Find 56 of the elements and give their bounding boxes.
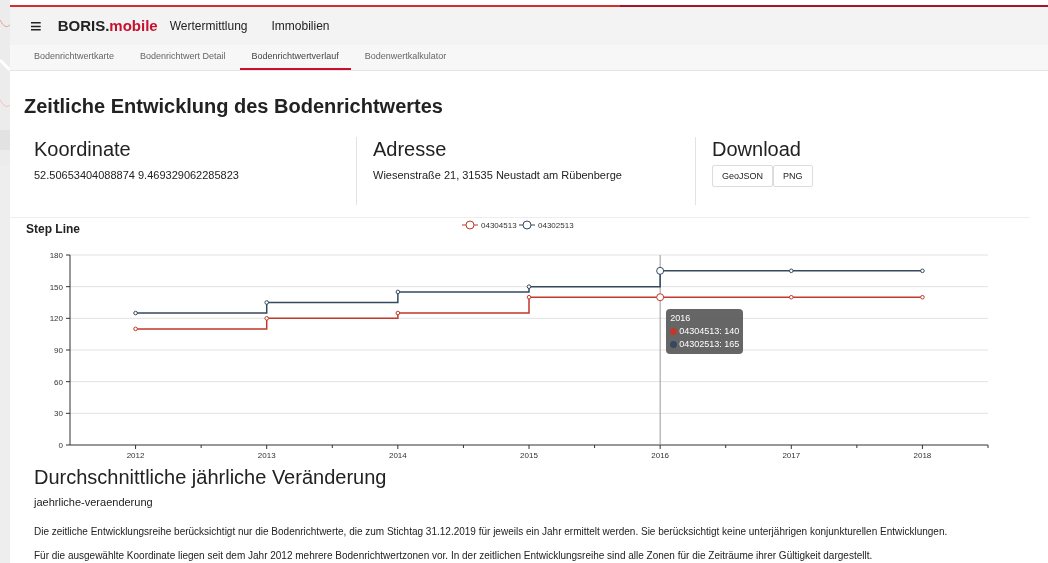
nav-link[interactable]: Immobilien bbox=[271, 17, 330, 36]
page-title: Zeitliche Entwicklung des Bodenrichtwertes bbox=[24, 94, 444, 120]
section-heading: Koordinate bbox=[34, 137, 132, 162]
axis-label: 2014 bbox=[388, 450, 407, 460]
tab[interactable]: Bodenrichtwertkarte bbox=[22, 45, 127, 71]
tab[interactable]: Bodenrichtwertverlauf bbox=[239, 45, 351, 71]
data-point bbox=[656, 266, 665, 275]
nav-link[interactable]: Wertermittlung bbox=[169, 17, 248, 36]
legend-label: 04304513 bbox=[481, 220, 517, 230]
axis-label: 2016 bbox=[651, 450, 670, 460]
section-heading: Download bbox=[712, 137, 802, 162]
section-heading: Adresse bbox=[373, 137, 448, 162]
data-point bbox=[789, 268, 794, 273]
data-point bbox=[395, 289, 401, 294]
menu-icon[interactable]: ≡ bbox=[30, 16, 42, 37]
data-point bbox=[920, 294, 925, 300]
axis-label: 2012 bbox=[126, 450, 145, 460]
data-point bbox=[133, 310, 138, 316]
axis-label: 0 bbox=[58, 440, 63, 450]
download-button[interactable]: GeoJSON bbox=[712, 165, 773, 188]
data-point bbox=[264, 315, 269, 321]
axis-label: 2018 bbox=[913, 450, 932, 460]
axis-label: 150 bbox=[49, 282, 63, 292]
tooltip-title: 2016 bbox=[670, 311, 692, 325]
download-button[interactable]: PNG bbox=[773, 165, 813, 188]
data-point bbox=[656, 292, 665, 301]
axis-label: 2013 bbox=[257, 450, 276, 460]
paragraph: Die zeitliche Entwicklungsreihe berücksichtigt nur die Bodenrichtwerte, die zum Stichtag 31.12.2019 für jeweils ein Jahr ermittelt werden. Sie berücksichtigt keine unterjährigen konjunkturellen Entwicklungen. bbox=[34, 525, 949, 539]
data-point bbox=[920, 268, 925, 273]
section-subtitle: jaehrliche-veraenderung bbox=[34, 494, 154, 510]
app-logo: BORIS.mobile bbox=[57, 15, 158, 36]
axis-label: 30 bbox=[54, 409, 63, 419]
tab[interactable]: Bodenrichtwert Detail bbox=[128, 45, 238, 71]
axis-label: 180 bbox=[49, 250, 63, 260]
coordinate-value: 52.50653404088874 9.469329062285823 bbox=[34, 168, 240, 184]
address-value: Wiesenstraße 21, 31535 Neustadt am Rübenberge bbox=[373, 168, 623, 184]
chart-title: Step Line bbox=[26, 220, 80, 238]
data-point bbox=[264, 299, 269, 305]
section-heading: Durchschnittliche jährliche Veränderung bbox=[34, 464, 388, 490]
legend-icon bbox=[518, 220, 536, 230]
data-point bbox=[789, 294, 794, 300]
tooltip-value: 04302513: 165 bbox=[679, 337, 740, 351]
axis-label: 120 bbox=[49, 314, 63, 324]
data-point bbox=[133, 326, 138, 331]
data-point bbox=[526, 284, 532, 289]
axis-label: 90 bbox=[54, 345, 63, 355]
tab[interactable]: Bodenwertkalkulator bbox=[352, 45, 459, 71]
axis-label: 2017 bbox=[782, 450, 801, 460]
paragraph: Für die ausgewählte Koordinate liegen seit dem Jahr 2012 mehrere Bodenrichtwertzonen vor. In der zeitlichen Entwicklungsreihe sind alle Zonen für die Zeiträume ihrer Gültigkeit dargestellt. bbox=[34, 549, 874, 563]
data-point bbox=[526, 294, 532, 300]
legend-icon bbox=[461, 220, 479, 230]
data-point bbox=[395, 310, 401, 316]
axis-label: 60 bbox=[54, 377, 63, 387]
axis-label: 2015 bbox=[520, 450, 538, 460]
tooltip-value: 04304513: 140 bbox=[679, 324, 740, 338]
legend-label: 04302513 bbox=[538, 220, 574, 230]
